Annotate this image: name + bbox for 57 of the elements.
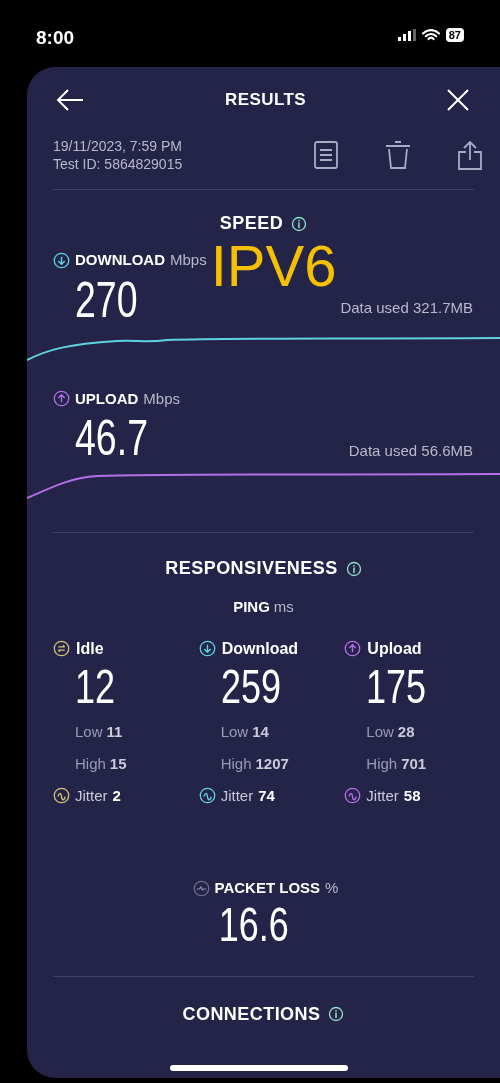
jitter-value: 2 [112, 785, 121, 806]
high-value: 701 [401, 754, 427, 774]
jitter-label: Jitter [75, 785, 108, 806]
metric-label: UPLOAD [75, 388, 139, 409]
high-label: High [366, 754, 398, 774]
data-used: Data used 56.6MB [348, 440, 473, 461]
low-value: 11 [106, 721, 123, 742]
test-date: 19/11/2023, 7:59 PM [53, 137, 183, 155]
battery-level: 87 [445, 28, 464, 42]
low-value: 28 [397, 721, 415, 742]
close-icon[interactable] [446, 88, 470, 112]
metric-label: DOWNLOAD [75, 250, 165, 270]
document-icon[interactable] [314, 141, 338, 169]
pulse-icon [192, 879, 210, 897]
ping-value: 12 [75, 660, 117, 713]
high-label: High [75, 754, 106, 774]
status-time: 8:00 [36, 26, 75, 50]
metric-value: 270 [75, 271, 139, 328]
section-title: RESPONSIVENESS [165, 557, 338, 580]
ping-value: 175 [366, 660, 428, 713]
ping-label: PING [233, 597, 270, 617]
high-value: 1207 [255, 754, 289, 774]
info-icon[interactable] [291, 215, 308, 232]
ping-column-label: Download [221, 638, 299, 659]
ping-unit: ms [273, 597, 294, 617]
low-value: 14 [252, 721, 269, 742]
section-title: SPEED [219, 212, 284, 235]
low-label: Low [366, 721, 394, 742]
ping-column-label: Idle [76, 638, 104, 659]
jitter-value: 58 [403, 785, 421, 806]
low-label: Low [75, 721, 103, 742]
share-icon[interactable] [458, 140, 482, 170]
high-label: High [220, 754, 252, 774]
packet-loss-value: 16.6 [218, 899, 289, 950]
info-icon[interactable] [345, 560, 362, 577]
test-id: Test ID: 5864829015 [53, 155, 183, 173]
page-title: RESULTS [224, 89, 307, 112]
trash-icon[interactable] [384, 140, 412, 170]
info-icon[interactable] [328, 1006, 345, 1022]
packet-loss-label: PACKET LOSS [214, 878, 321, 898]
jitter-label: Jitter [366, 785, 399, 806]
jitter-value: 74 [258, 785, 275, 806]
data-used: Data used 321.7MB [340, 298, 473, 318]
ping-column-label: Upload [367, 638, 422, 659]
low-label: Low [220, 721, 249, 742]
signal-icon [397, 29, 416, 41]
metric-unit: Mbps [143, 388, 181, 409]
metric-unit: Mbps [170, 250, 207, 270]
back-arrow-icon[interactable] [55, 88, 85, 112]
ipv6-label: IPV6 [210, 239, 337, 293]
jitter-label: Jitter [220, 785, 254, 806]
metric-value: 46.7 [75, 410, 149, 466]
ping-value: 259 [220, 660, 282, 713]
section-title: CONNECTIONS [182, 1002, 321, 1026]
packet-loss-unit: % [325, 878, 339, 898]
wifi-icon [421, 28, 440, 42]
high-value: 15 [109, 754, 127, 774]
